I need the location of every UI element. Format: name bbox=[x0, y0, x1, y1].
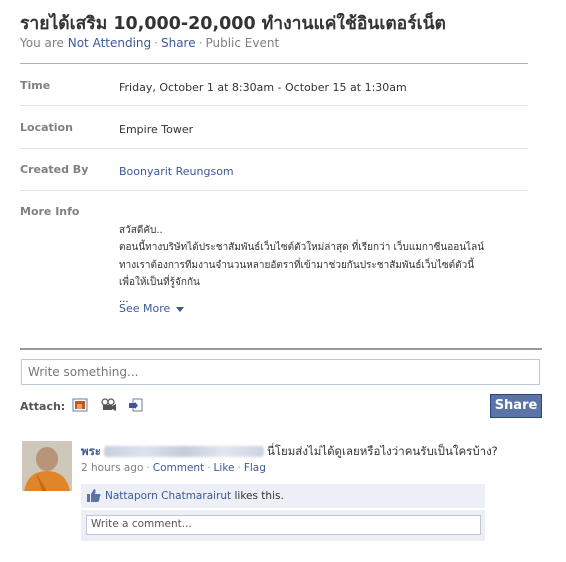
info-line: ตอนนี้ทางบริษัทได้ประชาสัมพันธ์เว็บไซต์ต… bbox=[119, 242, 485, 254]
share-button[interactable]: Share bbox=[490, 394, 542, 418]
wall-post-input[interactable]: Write something... bbox=[21, 359, 540, 385]
location-value: Empire Tower bbox=[119, 123, 194, 136]
separator-dot: · bbox=[207, 462, 211, 474]
likes-box: Nattaporn Chatmarairut likes this. bbox=[81, 484, 485, 508]
like-link[interactable]: Like bbox=[214, 462, 235, 474]
separator-dot: · bbox=[154, 36, 158, 50]
time-value: Friday, October 1 at 8:30am - October 15… bbox=[119, 81, 407, 94]
avatar[interactable] bbox=[22, 441, 72, 491]
separator-dot: · bbox=[198, 36, 203, 50]
info-line: เพื่อให้เป็นที่รู้จักกัน bbox=[119, 276, 200, 288]
location-label: Location bbox=[20, 121, 73, 134]
info-line: ทางเราต้องการทีมงานจำนวนหลายอัตราที่เข้า… bbox=[119, 259, 475, 271]
post-time: 2 hours ago bbox=[81, 462, 144, 474]
info-line: สวัสดีคับ.. bbox=[119, 225, 163, 236]
see-more-link[interactable]: See More bbox=[119, 302, 184, 315]
post-body: พระ นี่โยมส่งไม่ได้ดูเลยหรือไงว่าคนรับเป็… bbox=[81, 443, 498, 461]
status-prefix: You are bbox=[20, 36, 64, 50]
more-info-label: More Info bbox=[20, 205, 80, 218]
rsvp-status-link[interactable]: Not Attending bbox=[68, 36, 151, 50]
separator-dot: · bbox=[146, 462, 150, 474]
photo-icon[interactable] bbox=[72, 398, 88, 412]
see-more-label: See More bbox=[119, 302, 171, 315]
divider bbox=[20, 105, 528, 106]
post-author-link[interactable]: พระ bbox=[81, 444, 101, 458]
creator-link[interactable]: Boonyarit Reungsom bbox=[119, 165, 234, 178]
flag-link[interactable]: Flag bbox=[244, 462, 266, 474]
share-link[interactable]: Share bbox=[161, 36, 196, 50]
time-label: Time bbox=[20, 79, 51, 92]
event-title: รายได้เสริม 10,000-20,000 ทำงานแค่ใช้อิน… bbox=[20, 14, 446, 34]
comment-link[interactable]: Comment bbox=[153, 462, 204, 474]
divider bbox=[20, 190, 528, 191]
likes-text: Nattaporn Chatmarairut likes this. bbox=[105, 490, 284, 502]
more-info-text: สวัสดีคับ.. ตอนนี้ทางบริษัทได้ประชาสัมพั… bbox=[119, 222, 544, 308]
chevron-down-icon bbox=[175, 306, 184, 312]
section-divider bbox=[20, 348, 542, 350]
separator-dot: · bbox=[237, 462, 241, 474]
comment-area: Write a comment... bbox=[81, 510, 485, 541]
likes-suffix: likes this. bbox=[234, 490, 284, 502]
avatar-image bbox=[22, 441, 72, 491]
event-subline: You are Not Attending · Share · Public Event bbox=[20, 36, 279, 50]
divider bbox=[20, 63, 528, 64]
video-icon[interactable] bbox=[100, 398, 116, 412]
privacy-label: Public Event bbox=[205, 36, 280, 50]
created-by-label: Created By bbox=[20, 163, 89, 176]
thumbs-up-icon bbox=[87, 489, 101, 502]
blurred-name bbox=[103, 446, 264, 457]
post-meta: 2 hours ago · Comment · Like · Flag bbox=[81, 462, 266, 474]
comment-input[interactable]: Write a comment... bbox=[86, 515, 481, 535]
liker-link[interactable]: Nattaporn Chatmarairut bbox=[105, 490, 231, 502]
attach-label: Attach: bbox=[20, 400, 66, 413]
divider bbox=[20, 148, 528, 149]
post-text: นี่โยมส่งไม่ได้ดูเลยหรือไงว่าคนรับเป็นใค… bbox=[266, 444, 498, 458]
link-icon[interactable] bbox=[128, 398, 144, 412]
